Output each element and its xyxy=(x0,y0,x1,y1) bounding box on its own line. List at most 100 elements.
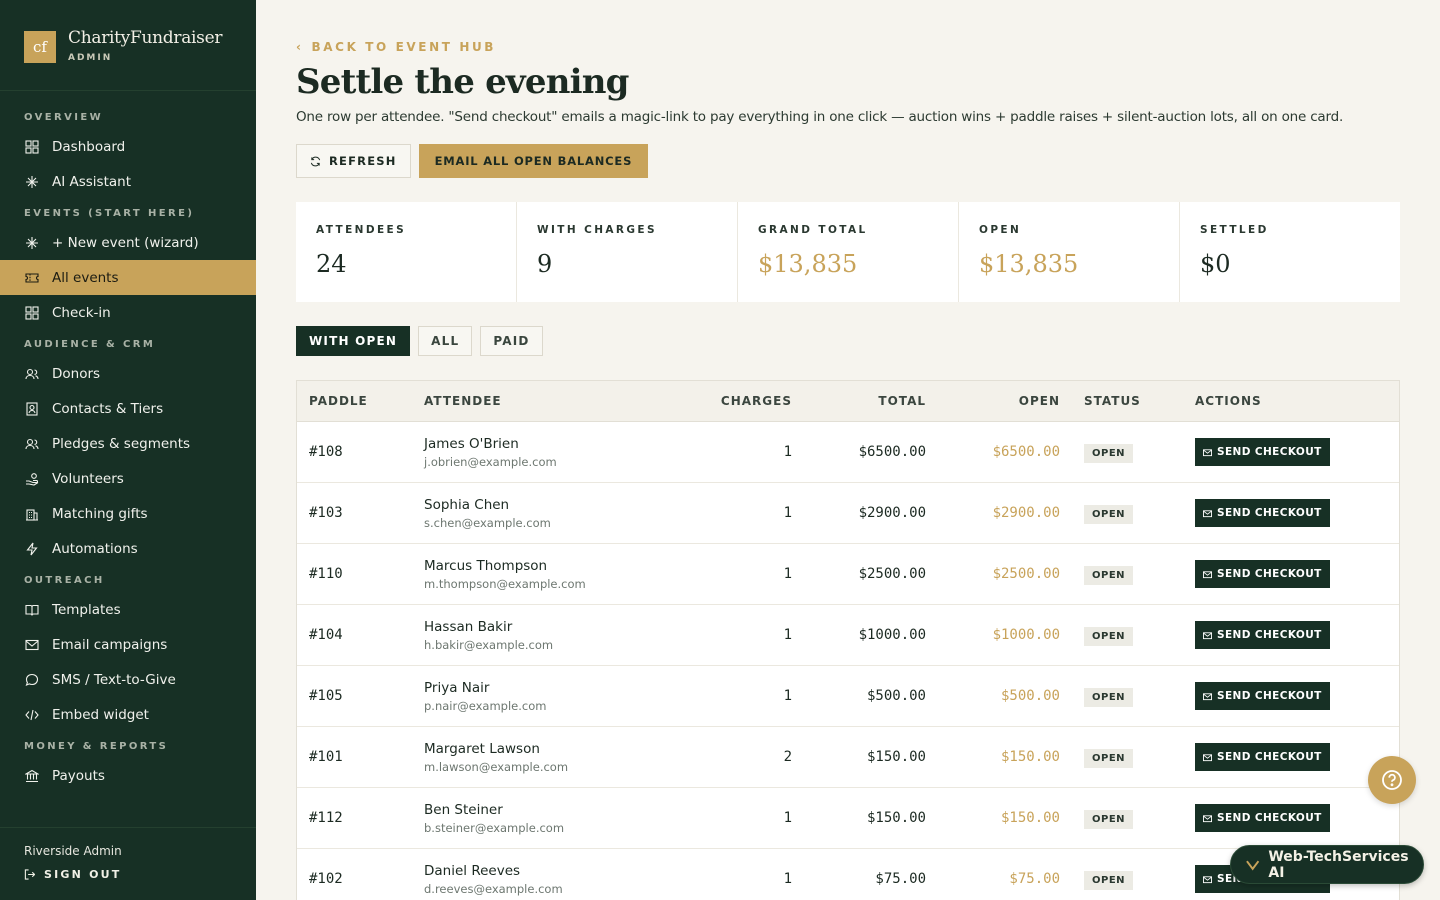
sidebar-item-label: Check-in xyxy=(52,304,111,321)
attendee-name: James O'Brien xyxy=(424,435,519,452)
send-checkout-button[interactable]: SEND CHECKOUT xyxy=(1195,499,1330,527)
sidebar-nav: OVERVIEW Dashboard AI Assistant EVENTS (STA… xyxy=(0,91,256,793)
sidebar-item-email-campaigns[interactable]: Email campaigns xyxy=(0,627,256,662)
table-row: #108 James O'Brien j.obrien@example.com … xyxy=(297,422,1399,483)
attendee-name: Hassan Bakir xyxy=(424,618,513,635)
sidebar-item-label: + New event (wizard) xyxy=(52,234,199,251)
sidebar-item-label: All events xyxy=(52,269,119,286)
sidebar-item-label: Automations xyxy=(52,540,138,557)
sidebar: cf CharityFundraiser ADMIN OVERVIEW Dashb… xyxy=(0,0,256,900)
hand-icon xyxy=(24,471,40,487)
back-to-event-hub-link[interactable]: ‹ BACK TO EVENT HUB xyxy=(296,40,496,54)
stat-label: ATTENDEES xyxy=(316,224,407,236)
nav-section-title: EVENTS (START HERE) xyxy=(24,207,195,219)
help-button[interactable] xyxy=(1368,756,1416,804)
paddle-number: #104 xyxy=(309,627,343,643)
sidebar-item-check-in[interactable]: Check-in xyxy=(0,295,256,330)
sidebar-item-sms-text-to-give[interactable]: SMS / Text-to-Give xyxy=(0,662,256,697)
sign-out-button[interactable]: SIGN OUT xyxy=(24,868,232,881)
status-badge: OPEN xyxy=(1084,810,1134,829)
send-checkout-button[interactable]: SEND CHECKOUT xyxy=(1195,743,1330,771)
open-amount: $500.00 xyxy=(1000,688,1060,704)
total-amount: $2900.00 xyxy=(858,505,926,521)
actions-cell: SEND CHECKOUT xyxy=(1195,682,1399,710)
stat-value: 24 xyxy=(316,250,347,278)
status-cell: OPEN xyxy=(1060,624,1195,646)
sidebar-item-ai-assistant[interactable]: AI Assistant xyxy=(0,164,256,199)
sidebar-item-all-events[interactable]: All events xyxy=(0,260,256,295)
stat-label: WITH CHARGES xyxy=(537,224,657,236)
refresh-button[interactable]: REFRESH xyxy=(296,144,411,178)
mail-icon xyxy=(1203,753,1212,761)
open-amount: $150.00 xyxy=(1000,749,1060,765)
charges-count: 1 xyxy=(783,505,792,521)
attendee-email: p.nair@example.com xyxy=(424,698,547,713)
sidebar-item-label: Payouts xyxy=(52,767,105,784)
paddle-number: #103 xyxy=(309,505,343,521)
back-link-label: BACK TO EVENT HUB xyxy=(311,40,497,54)
column-header-open: OPEN xyxy=(1018,394,1060,408)
stat-value: $13,835 xyxy=(979,250,1079,278)
chevron-left-icon: ‹ xyxy=(296,40,304,54)
charges-count: 1 xyxy=(783,871,792,887)
sidebar-item-pledges-segments[interactable]: Pledges & segments xyxy=(0,426,256,461)
send-checkout-button[interactable]: SEND CHECKOUT xyxy=(1195,560,1330,588)
attendee-email: b.steiner@example.com xyxy=(424,820,565,835)
sidebar-item-new-event-wizard[interactable]: + New event (wizard) xyxy=(0,225,256,260)
send-checkout-button[interactable]: SEND CHECKOUT xyxy=(1195,438,1330,466)
chat-widget-label: Web-TechServices AI xyxy=(1268,848,1409,881)
open-amount: $150.00 xyxy=(1000,810,1060,826)
filter-tab-paid[interactable]: PAID xyxy=(480,326,543,356)
send-checkout-button[interactable]: SEND CHECKOUT xyxy=(1195,682,1330,710)
send-checkout-label: SEND CHECKOUT xyxy=(1217,568,1322,580)
filter-tab-with-open[interactable]: WITH OPEN xyxy=(296,326,411,356)
stat-label: GRAND TOTAL xyxy=(758,224,868,236)
ticket-icon xyxy=(24,270,40,286)
page-subtitle: One row per attendee. "Send checkout" em… xyxy=(296,109,1344,125)
total-amount: $2500.00 xyxy=(858,566,926,582)
attendee-cell: Margaret Lawson m.lawson@example.com xyxy=(412,741,647,774)
mail-icon xyxy=(1203,631,1212,639)
table-body: #108 James O'Brien j.obrien@example.com … xyxy=(297,422,1399,900)
sidebar-item-matching-gifts[interactable]: Matching gifts xyxy=(0,496,256,531)
charges-count: 1 xyxy=(783,627,792,643)
filter-tab-all[interactable]: ALL xyxy=(418,326,473,356)
sidebar-item-label: Templates xyxy=(52,601,121,618)
sidebar-item-automations[interactable]: Automations xyxy=(0,531,256,566)
sidebar-item-donors[interactable]: Donors xyxy=(0,356,256,391)
sidebar-item-dashboard[interactable]: Dashboard xyxy=(0,129,256,164)
page-title: Settle the evening xyxy=(296,62,629,102)
send-checkout-button[interactable]: SEND CHECKOUT xyxy=(1195,621,1330,649)
sidebar-item-label: Volunteers xyxy=(52,470,124,487)
column-header-status: STATUS xyxy=(1084,394,1141,408)
attendee-name: Priya Nair xyxy=(424,679,490,696)
status-badge: OPEN xyxy=(1084,505,1134,524)
attendee-email: h.bakir@example.com xyxy=(424,637,554,652)
column-header-actions: ACTIONS xyxy=(1195,394,1262,408)
sidebar-item-label: Donors xyxy=(52,365,101,382)
nav-section-title: MONEY & REPORTS xyxy=(24,740,169,752)
sidebar-item-embed-widget[interactable]: Embed widget xyxy=(0,697,256,732)
status-cell: OPEN xyxy=(1060,807,1195,829)
send-checkout-label: SEND CHECKOUT xyxy=(1217,507,1322,519)
refresh-icon xyxy=(310,156,321,166)
actions-cell: SEND CHECKOUT xyxy=(1195,438,1399,466)
table-row: #105 Priya Nair p.nair@example.com 1 $50… xyxy=(297,666,1399,727)
status-badge: OPEN xyxy=(1084,444,1134,463)
column-header-total: TOTAL xyxy=(878,394,926,408)
email-all-open-balances-button[interactable]: EMAIL ALL OPEN BALANCES xyxy=(418,144,649,178)
sidebar-item-templates[interactable]: Templates xyxy=(0,592,256,627)
send-checkout-button[interactable]: SEND CHECKOUT xyxy=(1195,804,1330,832)
stat-label: OPEN xyxy=(979,224,1022,236)
mail-icon xyxy=(1203,692,1212,700)
sidebar-item-payouts[interactable]: Payouts xyxy=(0,758,256,793)
ai-chat-widget-button[interactable]: Web-TechServices AI xyxy=(1230,845,1424,884)
stat-card: ATTENDEES 24 xyxy=(296,202,517,302)
sidebar-item-contacts-tiers[interactable]: Contacts & Tiers xyxy=(0,391,256,426)
attendee-cell: Ben Steiner b.steiner@example.com xyxy=(412,802,647,835)
send-checkout-label: SEND CHECKOUT xyxy=(1217,629,1322,641)
total-amount: $150.00 xyxy=(866,810,926,826)
open-amount: $2500.00 xyxy=(992,566,1060,582)
table-row: #104 Hassan Bakir h.bakir@example.com 1 … xyxy=(297,605,1399,666)
sidebar-item-volunteers[interactable]: Volunteers xyxy=(0,461,256,496)
